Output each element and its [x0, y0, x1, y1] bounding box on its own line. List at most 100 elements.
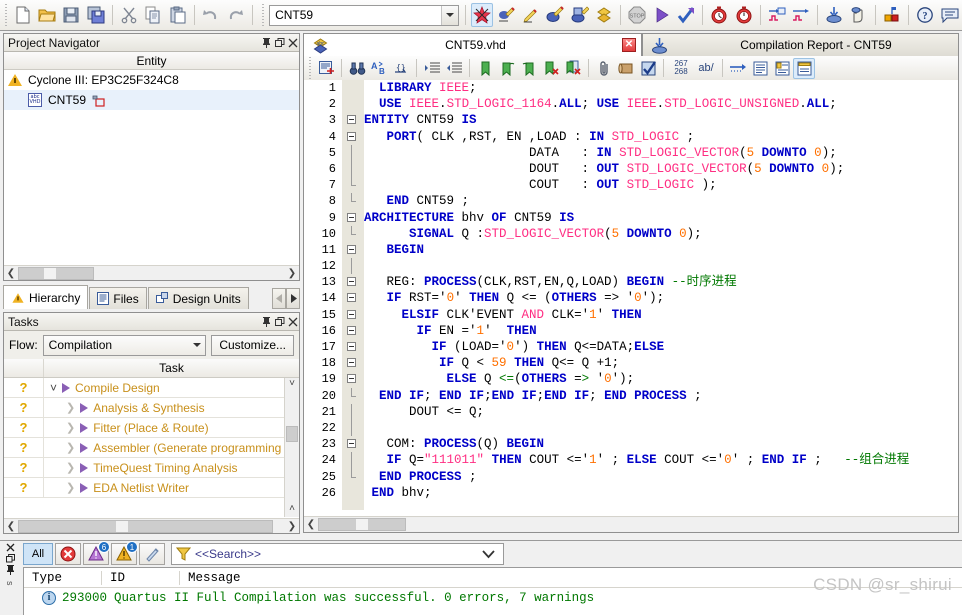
task-row[interactable]: ? ❯ Fitter (Place & Route) [4, 418, 299, 438]
fold-marker[interactable] [342, 307, 364, 323]
code-line[interactable]: ELSIF CLK'EVENT AND CLK='1' THEN [364, 307, 958, 323]
code-line[interactable]: END CNT59 ; [364, 193, 958, 209]
insert-template-button[interactable] [315, 58, 337, 79]
chevron-right-icon[interactable]: ❯ [66, 461, 75, 474]
fold-marker[interactable] [342, 177, 364, 193]
tasks-vscrollbar[interactable]: ˅ ˄ [284, 378, 299, 517]
code-text[interactable]: LIBRARY IEEE; USE IEEE.STD_LOGIC_1164.AL… [364, 80, 958, 510]
show-all-button[interactable] [749, 58, 771, 79]
goto-line-button[interactable] [727, 58, 749, 79]
scroll-thumb[interactable] [286, 426, 298, 442]
goto-button[interactable]: {} [390, 58, 412, 79]
customize-button[interactable]: Customize... [211, 334, 294, 356]
redo-button[interactable] [224, 3, 246, 27]
start-compilation-button[interactable] [650, 3, 672, 27]
run-task-icon[interactable] [80, 422, 89, 433]
close-icon[interactable] [286, 36, 299, 50]
fold-marker[interactable] [342, 129, 364, 145]
chevron-down-icon[interactable] [440, 5, 458, 25]
code-line[interactable]: IF RST='0' THEN Q <= (OTHERS => '0'); [364, 290, 958, 306]
code-line[interactable]: END IF; END IF;END IF;END IF; END PROCES… [364, 388, 958, 404]
code-line[interactable]: DATA : IN STD_LOGIC_VECTOR(5 DOWNTO 0); [364, 145, 958, 161]
chevron-down-icon[interactable] [188, 343, 205, 347]
scroll-thumb[interactable] [18, 519, 273, 533]
chevron-down-icon[interactable]: ˅ [50, 381, 57, 395]
device-button[interactable] [593, 3, 615, 27]
bookmark-clear-button[interactable] [540, 58, 562, 79]
tab-files[interactable]: Files [89, 287, 147, 309]
code-line[interactable]: REG: PROCESS(CLK,RST,EN,Q,LOAD) BEGIN --… [364, 274, 958, 290]
new-file-button[interactable] [12, 3, 34, 27]
task-row-partial[interactable] [4, 498, 299, 517]
info-filter-button[interactable] [139, 543, 165, 565]
cut-button[interactable] [118, 3, 140, 27]
replace-button[interactable]: AB [368, 58, 390, 79]
set-top-entity-button[interactable] [470, 3, 494, 27]
fold-marker[interactable] [342, 193, 364, 209]
fitter-settings-button[interactable] [544, 3, 566, 27]
pin-icon[interactable] [6, 565, 15, 575]
fold-marker[interactable] [342, 274, 364, 290]
code-line[interactable]: DOUT <= Q; [364, 404, 958, 420]
scroll-up-arrow-icon[interactable]: ˅ [285, 378, 299, 392]
collapse-button[interactable] [771, 58, 793, 79]
chevron-right-icon[interactable]: ❯ [66, 401, 75, 414]
code-line[interactable] [364, 420, 958, 436]
fold-marker[interactable] [342, 258, 364, 275]
code-editor[interactable]: 1 2 3 4 5 6 7 8 9 10 11 12 13 14 15 16 17 18 19 20 21 22 23 24 2… [303, 80, 959, 533]
code-line[interactable]: SIGNAL Q :STD_LOGIC_VECTOR(5 DOWNTO 0); [364, 226, 958, 242]
fold-marker[interactable] [342, 225, 364, 242]
decrease-indent-button[interactable] [443, 58, 465, 79]
fold-marker[interactable] [342, 160, 364, 178]
open-file-button[interactable] [36, 3, 58, 27]
code-line[interactable]: ENTITY CNT59 IS [364, 112, 958, 128]
code-line[interactable]: PORT( CLK ,RST, EN ,LOAD : IN STD_LOGIC … [364, 129, 958, 145]
fold-marker[interactable] [342, 436, 364, 452]
fold-marker[interactable] [342, 485, 364, 501]
fold-marker[interactable] [342, 371, 364, 387]
increase-indent-button[interactable] [421, 58, 443, 79]
word-wrap-button[interactable]: ab/ [694, 58, 718, 79]
pin-icon[interactable] [260, 315, 273, 329]
toolbar-grip[interactable] [3, 4, 9, 26]
navigator-row-entity[interactable]: abc VHD CNT59 [4, 90, 299, 110]
programmer-button[interactable] [823, 3, 845, 27]
task-row[interactable]: ? ❯ EDA Netlist Writer [4, 478, 299, 498]
flow-combo[interactable]: Compilation [42, 334, 207, 356]
check-syntax-button[interactable] [637, 58, 659, 79]
analysis-synthesis-settings-button[interactable] [520, 3, 542, 27]
fold-marker[interactable] [342, 323, 364, 339]
fold-marker[interactable] [342, 452, 364, 469]
search-input[interactable]: <<Search>> [171, 543, 504, 565]
pin-planner-button[interactable] [881, 3, 903, 27]
fold-marker[interactable] [342, 468, 364, 485]
chevron-down-icon[interactable] [482, 549, 503, 559]
toolbar-grip-2[interactable] [259, 4, 266, 26]
fold-marker[interactable] [342, 339, 364, 355]
editor-toolbar-grip[interactable] [307, 57, 313, 79]
fold-marker[interactable] [342, 112, 364, 128]
scroll-left-arrow-icon[interactable]: ❮ [4, 521, 18, 532]
timequest-button[interactable] [708, 3, 730, 27]
restore-icon[interactable] [5, 554, 15, 563]
technology-viewer-button[interactable] [790, 3, 812, 27]
expand-button[interactable] [793, 57, 815, 79]
warning-filter-button[interactable]: 1 [111, 541, 138, 565]
fold-marker[interactable] [342, 144, 364, 161]
scroll-right-arrow-icon[interactable]: ❯ [285, 521, 299, 532]
tab-hierarchy[interactable]: Hierarchy [3, 285, 89, 309]
start-analysis-button[interactable] [675, 3, 697, 27]
bookmark-prev-button[interactable] [518, 58, 540, 79]
code-line[interactable] [364, 258, 958, 274]
restore-icon[interactable] [273, 315, 286, 329]
code-line[interactable]: IF (LOAD='0') THEN Q<=DATA;ELSE [364, 339, 958, 355]
code-fold-gutter[interactable] [342, 80, 364, 510]
chevron-right-icon[interactable]: ❯ [66, 481, 75, 494]
editor-hscrollbar[interactable]: ❮ [304, 516, 958, 532]
scroll-thumb[interactable] [18, 266, 94, 280]
stop-compile-button[interactable]: STOP [626, 3, 648, 27]
code-line[interactable]: ELSE Q <=(OTHERS => '0'); [364, 371, 958, 387]
rtl-viewer-button[interactable] [766, 3, 788, 27]
task-row[interactable]: ? ❯ Assembler (Generate programming fil [4, 438, 299, 458]
compiler-settings-button[interactable] [495, 3, 517, 27]
